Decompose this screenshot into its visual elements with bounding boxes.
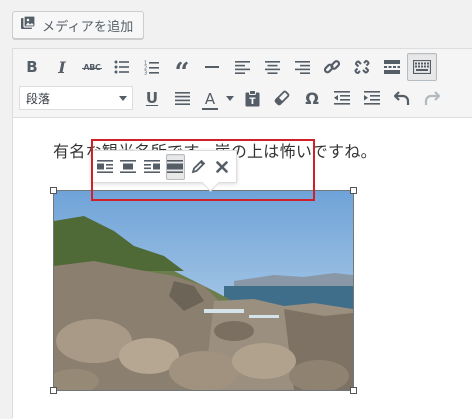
media-add-icon: [20, 15, 37, 35]
bulleted-list-icon: [114, 60, 129, 74]
numbered-list-button[interactable]: 123: [137, 53, 167, 81]
undo-button[interactable]: [387, 84, 417, 112]
numbered-list-icon: 123: [144, 60, 159, 75]
redo-icon: [424, 91, 440, 105]
read-more-icon: [384, 60, 400, 74]
text-color-button[interactable]: A: [197, 84, 237, 112]
bold-button[interactable]: B: [17, 53, 47, 81]
toolbar-row-1: B I ABC 123 “: [17, 52, 437, 88]
resize-handle-bottom-right[interactable]: [350, 387, 357, 394]
keyboard-icon: [413, 60, 431, 74]
horizontal-line-icon: [205, 66, 219, 68]
bold-icon: B: [26, 58, 38, 76]
align-center-button[interactable]: [257, 53, 287, 81]
paste-text-icon: T: [245, 89, 259, 107]
read-more-button[interactable]: [377, 53, 407, 81]
underline-button[interactable]: U: [137, 84, 167, 112]
svg-text:T: T: [249, 97, 256, 107]
italic-icon: I: [58, 57, 66, 77]
content-image[interactable]: [50, 187, 357, 394]
align-right-button[interactable]: [287, 53, 317, 81]
unlink-icon: [354, 59, 370, 75]
format-select-value: 段落: [26, 91, 51, 106]
align-center-icon: [120, 160, 137, 173]
editor-toolbar: B I ABC 123 “: [13, 49, 472, 118]
add-media-button[interactable]: メディアを追加: [12, 11, 144, 39]
image-toolbar: [91, 150, 237, 192]
bulleted-list-button[interactable]: [107, 53, 137, 81]
clear-formatting-button[interactable]: [267, 84, 297, 112]
image-align-right-button[interactable]: [142, 154, 162, 180]
toolbar-toggle-button[interactable]: [407, 53, 437, 81]
underline-icon: U: [145, 89, 159, 107]
chevron-down-icon: [226, 95, 234, 101]
insert-link-button[interactable]: [317, 53, 347, 81]
align-right-icon: [294, 60, 310, 74]
indent-icon: [364, 91, 380, 105]
coastal-cliffs-photo: [54, 191, 353, 390]
editor: B I ABC 123 “: [12, 48, 472, 419]
chevron-down-icon: [119, 95, 127, 101]
text-color-icon: A: [202, 89, 218, 110]
resize-handle-top-left[interactable]: [50, 187, 57, 194]
toolbar-row-2: 段落 U A T Ω: [17, 83, 447, 113]
image-edit-button[interactable]: [189, 154, 209, 180]
justify-icon: [174, 91, 190, 105]
resize-handle-bottom-left[interactable]: [50, 387, 57, 394]
add-media-label: メディアを追加: [42, 19, 134, 35]
remove-link-button[interactable]: [347, 53, 377, 81]
redo-button[interactable]: [417, 84, 447, 112]
editor-content[interactable]: 有名な観光名所です。崖の上は怖いですね。: [13, 118, 472, 419]
image-align-none-button[interactable]: [165, 153, 185, 180]
align-center-icon: [264, 60, 280, 74]
align-left-icon: [234, 60, 250, 74]
horizontal-line-button[interactable]: [197, 53, 227, 81]
omega-icon: Ω: [305, 88, 319, 108]
strikethrough-icon: ABC: [82, 63, 102, 72]
paste-as-text-button[interactable]: T: [237, 84, 267, 112]
image-align-left-button[interactable]: [95, 154, 115, 180]
blockquote-icon: “: [174, 58, 190, 88]
align-none-icon: [167, 160, 184, 173]
italic-button[interactable]: I: [47, 53, 77, 81]
outdent-button[interactable]: [327, 84, 357, 112]
align-left-icon: [96, 160, 113, 173]
image-align-center-button[interactable]: [119, 154, 139, 180]
align-right-icon: [143, 160, 160, 173]
align-left-button[interactable]: [227, 53, 257, 81]
undo-icon: [394, 91, 410, 105]
link-icon: [323, 60, 341, 74]
pencil-icon: [191, 159, 206, 174]
blockquote-button[interactable]: “: [167, 53, 197, 88]
special-character-button[interactable]: Ω: [297, 84, 327, 112]
eraser-icon: [274, 90, 290, 106]
strikethrough-button[interactable]: ABC: [77, 53, 107, 81]
justify-button[interactable]: [167, 84, 197, 112]
indent-button[interactable]: [357, 84, 387, 112]
outdent-icon: [334, 91, 350, 105]
close-icon: [216, 160, 229, 173]
resize-handle-top-right[interactable]: [350, 187, 357, 194]
format-select[interactable]: 段落: [19, 86, 133, 110]
svg-text:3: 3: [144, 70, 147, 75]
image-remove-button[interactable]: [213, 154, 233, 180]
